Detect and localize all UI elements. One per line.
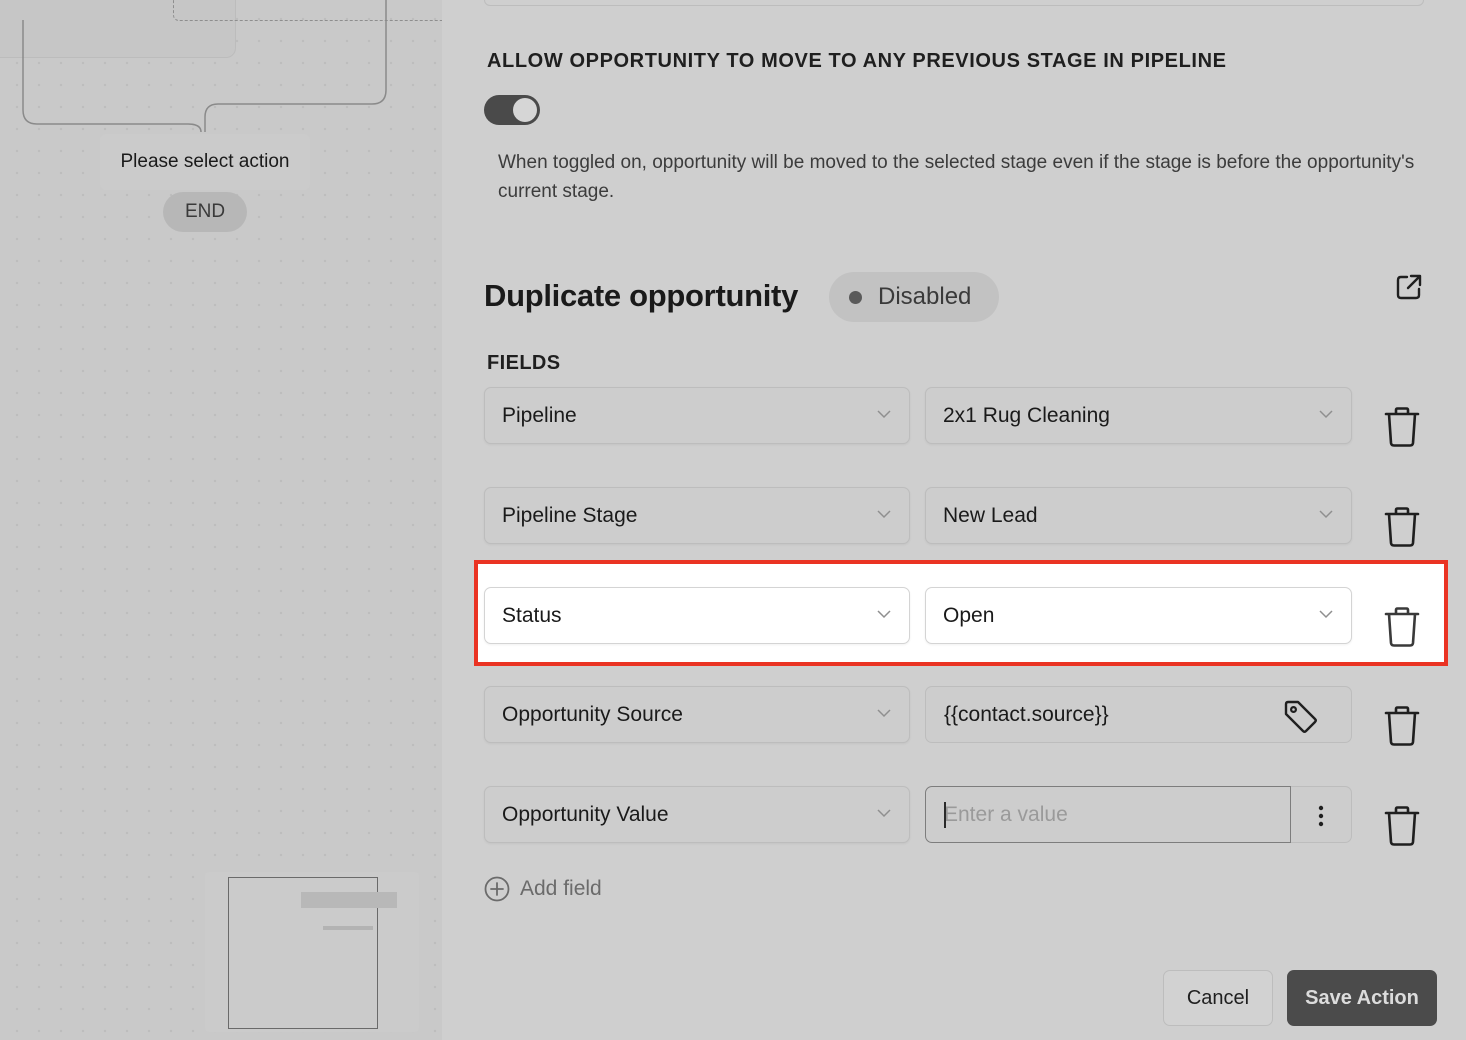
field-row: Status Open [484, 587, 1446, 647]
toggle-help-text: When toggled on, opportunity will be mov… [498, 152, 1415, 202]
field-select-label: Opportunity Source [502, 702, 683, 726]
field-select[interactable]: Opportunity Source [484, 686, 910, 743]
chevron-down-icon [877, 709, 891, 718]
trash-icon[interactable] [1384, 706, 1420, 746]
opportunity-value-input[interactable]: Enter a value [925, 786, 1291, 843]
field-select[interactable]: Pipeline [484, 387, 910, 444]
toggle-knob [513, 98, 537, 122]
text-caret [944, 802, 946, 828]
minimap[interactable] [205, 872, 419, 1032]
field-select-label: Opportunity Value [502, 802, 669, 826]
field-row: Opportunity Value Enter a value [484, 786, 1446, 846]
chevron-down-icon [877, 510, 891, 519]
end-label: END [184, 201, 226, 222]
trash-icon[interactable] [1384, 806, 1420, 846]
field-select[interactable]: Opportunity Value [484, 786, 910, 843]
action-node-label: Please select action [120, 151, 290, 172]
tag-icon [1284, 700, 1317, 733]
field-select[interactable]: Status [484, 587, 910, 644]
kebab-menu-icon [1318, 805, 1324, 827]
select-action-node[interactable]: Please select action [100, 134, 310, 190]
action-title: Duplicate opportunity [484, 278, 799, 313]
external-link-icon[interactable] [1394, 272, 1424, 302]
status-label: Disabled [878, 283, 972, 310]
cancel-button[interactable]: Cancel [1163, 970, 1273, 1026]
field-select-label: Pipeline Stage [502, 503, 638, 527]
status-badge: Disabled [829, 272, 999, 322]
value-select[interactable]: New Lead [925, 487, 1352, 544]
merge-field-button[interactable] [1273, 687, 1323, 742]
value-input-placeholder: Enter a value [944, 802, 1068, 826]
field-row: Opportunity Source {{contact.source}} [484, 686, 1446, 746]
chevron-down-icon [877, 610, 891, 619]
field-select-label: Pipeline [502, 403, 577, 427]
add-field-label: Add field [520, 877, 602, 900]
more-options-button[interactable] [1291, 786, 1352, 843]
value-select-label: New Lead [943, 503, 1038, 527]
field-select-label: Status [502, 603, 562, 627]
fields-label: FIELDS [487, 352, 561, 374]
add-field-button[interactable]: Add field [484, 876, 602, 902]
trash-icon[interactable] [1384, 607, 1420, 647]
field-select[interactable]: Pipeline Stage [484, 487, 910, 544]
value-select[interactable]: 2x1 Rug Cleaning [925, 387, 1352, 444]
value-input-text: {{contact.source}} [944, 703, 1109, 726]
minimap-node [301, 892, 397, 908]
end-node: END [163, 192, 247, 232]
chevron-down-icon [877, 809, 891, 818]
chevron-down-icon [877, 410, 891, 419]
field-row: Pipeline Stage New Lead [484, 487, 1446, 547]
value-select-label: 2x1 Rug Cleaning [943, 403, 1110, 427]
value-select-label: Open [943, 603, 995, 627]
field-row: Pipeline 2x1 Rug Cleaning [484, 387, 1446, 447]
save-action-button[interactable]: Save Action [1287, 970, 1437, 1026]
chevron-down-icon [1319, 610, 1333, 619]
allow-previous-stage-heading: ALLOW OPPORTUNITY TO MOVE TO ANY PREVIOU… [487, 50, 1227, 72]
previous-input-field[interactable] [484, 0, 1424, 6]
chevron-down-icon [1319, 410, 1333, 419]
plus-circle-icon [484, 876, 510, 902]
minimap-node [323, 926, 373, 930]
value-select[interactable]: Open [925, 587, 1352, 644]
trash-icon[interactable] [1384, 407, 1420, 447]
value-input[interactable]: {{contact.source}} [925, 686, 1352, 743]
status-dot-icon [849, 290, 862, 304]
chevron-down-icon [1319, 510, 1333, 519]
trash-icon[interactable] [1384, 507, 1420, 547]
allow-previous-stage-toggle[interactable] [484, 95, 540, 125]
workflow-canvas[interactable]: Please select action END [0, 0, 453, 1040]
